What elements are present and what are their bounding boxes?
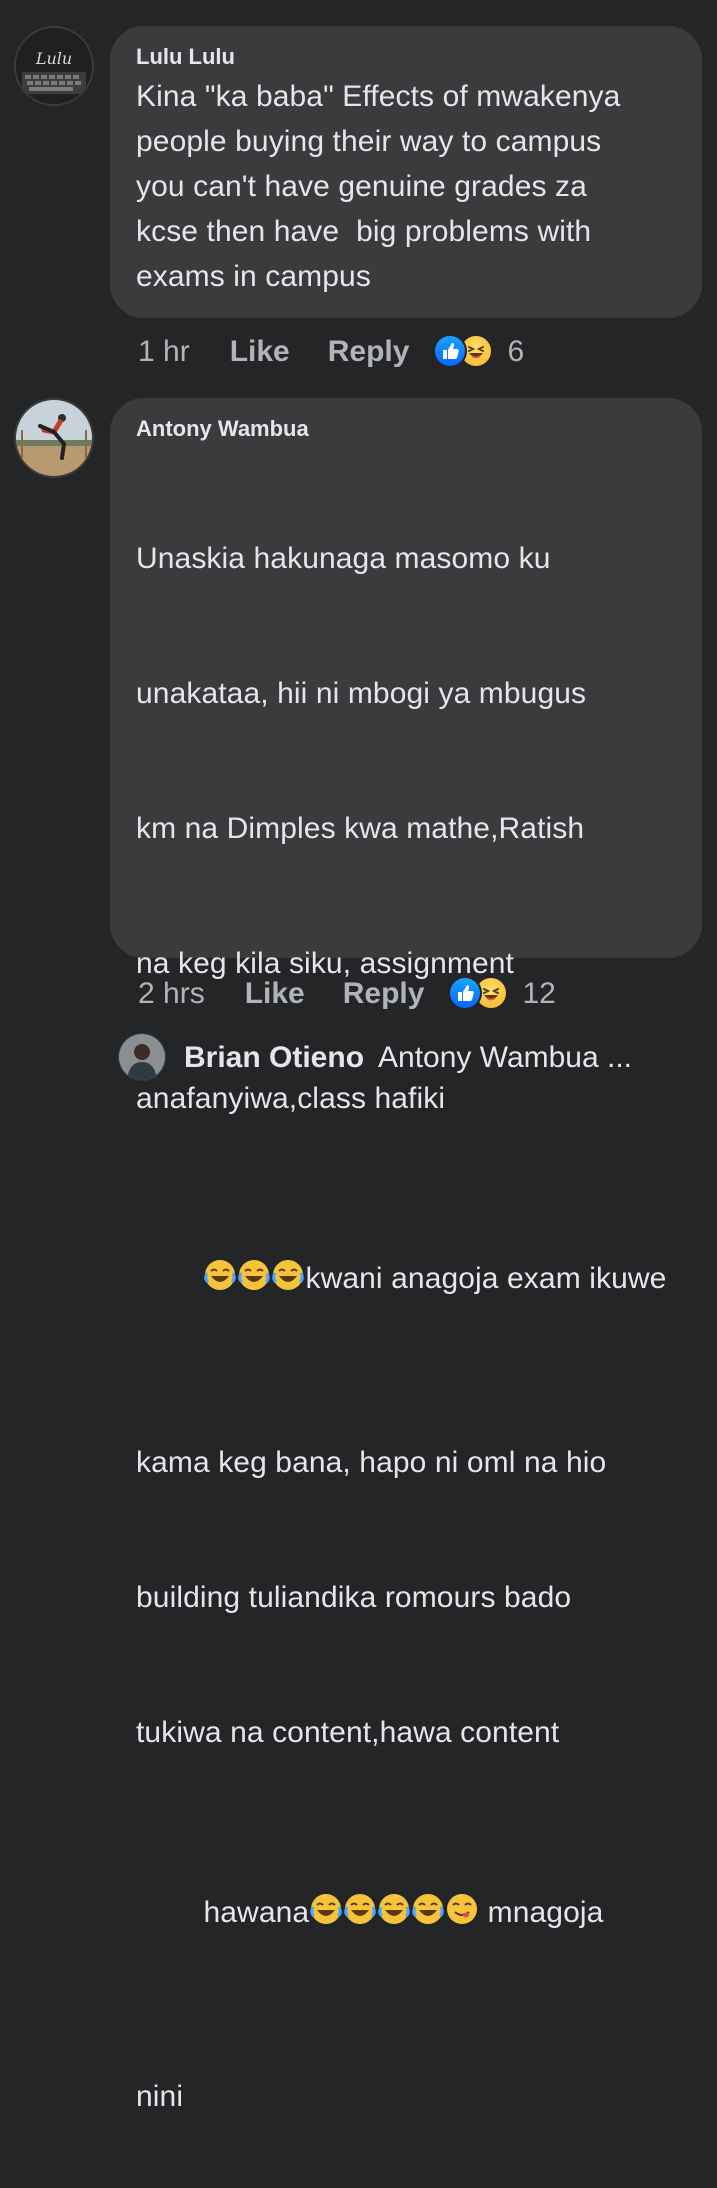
- reply-snippet[interactable]: Antony Wambua ...: [378, 1041, 632, 1075]
- comment-line-with-emoji: kwani anagoja exam ikuwe: [136, 1211, 676, 1350]
- comment-actions: 1 hr Like Reply 6: [138, 332, 524, 372]
- comment-text: Unaskia hakunaga masomo ku unakataa, hii…: [136, 446, 676, 2188]
- comment-line-text: mnagoja: [479, 1896, 604, 1929]
- reply-preview[interactable]: Brian Otieno Antony Wambua ...: [184, 1037, 632, 1079]
- person-avatar-image: [119, 1034, 165, 1080]
- comment-line-text: kwani anagoja exam ikuwe: [305, 1262, 667, 1295]
- like-reaction-icon: [433, 334, 468, 368]
- comment-line: anafanyiwa,class hafiki: [136, 1082, 446, 1115]
- like-reaction-icon: [448, 976, 483, 1010]
- avatar-brian[interactable]: [118, 1033, 166, 1081]
- reaction-count: 6: [507, 335, 525, 368]
- comment-timestamp[interactable]: 2 hrs: [138, 977, 205, 1011]
- reactions-summary[interactable]: [433, 334, 495, 370]
- comment-line: unakataa, hii ni mbogi ya mbugus: [136, 677, 587, 710]
- tears-of-joy-emoji-icon: [343, 1892, 377, 1939]
- tears-of-joy-emoji-icon: [203, 1258, 237, 1305]
- comment-line: Unaskia hakunaga masomo ku: [136, 542, 551, 575]
- tears-of-joy-emoji-icon: [411, 1892, 445, 1939]
- outdoor-kick-avatar-image: [16, 400, 92, 476]
- comment-text: Kina "ka baba" Effects of mwakenya peopl…: [136, 80, 621, 293]
- comment-author[interactable]: Lulu Lulu: [136, 44, 676, 70]
- comment-actions: 2 hrs Like Reply 12: [138, 974, 556, 1014]
- tears-of-joy-emoji-icon: [237, 1258, 271, 1305]
- comment-line: km na Dimples kwa mathe,Ratish: [136, 812, 585, 845]
- tears-of-joy-emoji-icon: [271, 1258, 305, 1305]
- comment-line-with-emoji: hawana mnagoja: [136, 1845, 676, 1984]
- tears-of-joy-emoji-icon: [377, 1892, 411, 1939]
- comment-line: nini: [136, 2080, 184, 2113]
- comment-timestamp[interactable]: 1 hr: [138, 335, 190, 369]
- comment-line: building tuliandika romours bado: [136, 1581, 572, 1614]
- comment-line: kama keg bana, hapo ni oml na hio: [136, 1446, 607, 1479]
- keyboard-avatar-image: Lulu: [16, 28, 92, 104]
- comment-line: tukiwa na content,hawa content: [136, 1716, 560, 1749]
- avatar-lulu[interactable]: Lulu: [14, 26, 94, 106]
- comment-author[interactable]: Antony Wambua: [136, 416, 676, 442]
- tears-of-joy-emoji-icon: [309, 1892, 343, 1939]
- savoring-food-emoji-icon: [445, 1892, 479, 1939]
- comment-line-text: hawana: [203, 1896, 310, 1929]
- reply-button[interactable]: Reply: [343, 977, 425, 1011]
- like-button[interactable]: Like: [230, 335, 290, 369]
- like-button[interactable]: Like: [245, 977, 305, 1011]
- reaction-count: 12: [522, 977, 556, 1010]
- comment-bubble: Lulu Lulu Kina "ka baba" Effects of mwak…: [110, 26, 702, 318]
- comment-bubble: Antony Wambua Unaskia hakunaga masomo ku…: [110, 398, 702, 2113]
- reply-author[interactable]: Brian Otieno: [184, 1041, 364, 1075]
- svg-text:Lulu: Lulu: [35, 49, 72, 68]
- avatar-antony[interactable]: [14, 398, 94, 478]
- reply-button[interactable]: Reply: [328, 335, 410, 369]
- reactions-summary[interactable]: [448, 976, 510, 1012]
